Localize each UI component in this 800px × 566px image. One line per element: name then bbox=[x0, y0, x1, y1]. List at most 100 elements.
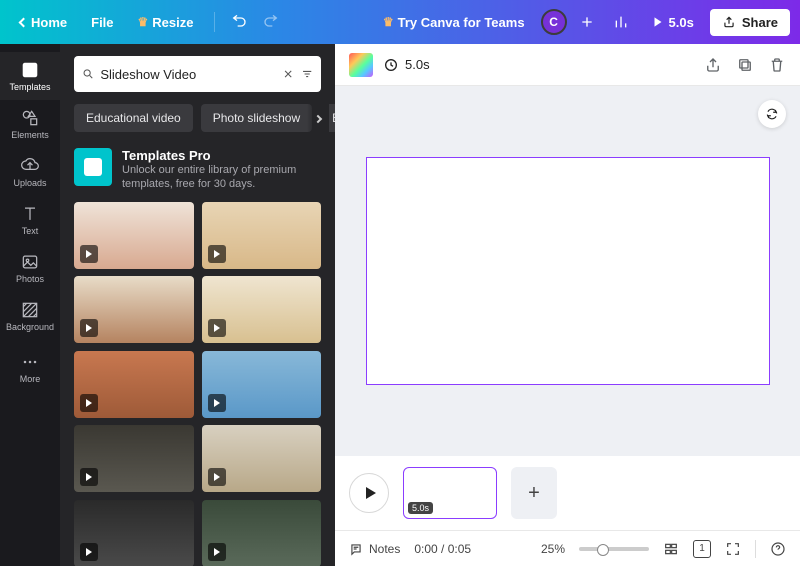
play-icon bbox=[208, 468, 226, 486]
template-thumb[interactable] bbox=[202, 351, 322, 418]
crown-icon: ♛ bbox=[383, 15, 394, 29]
promo-title: Templates Pro bbox=[122, 148, 321, 163]
play-icon bbox=[80, 543, 98, 561]
delete-page-icon[interactable] bbox=[768, 56, 786, 74]
canvas-area: 5.0s 5.0s + Notes bbox=[335, 44, 800, 566]
zoom-level: 25% bbox=[541, 542, 565, 556]
template-thumb[interactable] bbox=[74, 202, 194, 269]
zoom-slider[interactable] bbox=[579, 547, 649, 551]
try-teams-button[interactable]: ♛ Try Canva for Teams bbox=[373, 9, 535, 36]
duplicate-page-icon[interactable] bbox=[736, 56, 754, 74]
crown-icon: ♛ bbox=[138, 15, 149, 29]
fullscreen-icon[interactable] bbox=[725, 541, 741, 557]
color-swatch-button[interactable] bbox=[349, 53, 373, 77]
canvas-toolbar: 5.0s bbox=[335, 44, 800, 86]
share-button[interactable]: Share bbox=[710, 9, 790, 36]
suggestion-chips: Educational video Photo slideshow Bu bbox=[60, 100, 335, 142]
page-duration-button[interactable]: 5.0s bbox=[383, 57, 430, 73]
page-duration-value: 5.0s bbox=[405, 57, 430, 72]
play-icon bbox=[80, 468, 98, 486]
canvas-page[interactable] bbox=[366, 157, 770, 385]
notes-button[interactable]: Notes bbox=[349, 542, 400, 556]
timeline-play-button[interactable] bbox=[349, 473, 389, 513]
templates-pro-promo[interactable]: Templates Pro Unlock our entire library … bbox=[74, 148, 321, 192]
top-menu-bar: Home File ♛ Resize ♛ Try Canva for Teams… bbox=[0, 0, 800, 44]
play-icon bbox=[208, 245, 226, 263]
search-box bbox=[74, 56, 321, 92]
template-thumb[interactable] bbox=[202, 202, 322, 269]
search-input[interactable] bbox=[100, 67, 276, 82]
auto-animate-button[interactable] bbox=[758, 100, 786, 128]
help-icon[interactable] bbox=[770, 541, 786, 557]
search-row bbox=[60, 44, 335, 100]
slide-duration-badge: 5.0s bbox=[408, 502, 433, 514]
play-icon bbox=[80, 245, 98, 263]
play-icon bbox=[208, 319, 226, 337]
rail-label: Uploads bbox=[13, 178, 46, 188]
rail-label: More bbox=[20, 374, 41, 384]
timeline-slide-thumb[interactable]: 5.0s bbox=[403, 467, 497, 519]
rail-elements[interactable]: Elements bbox=[0, 100, 60, 148]
templates-grid[interactable] bbox=[60, 202, 335, 566]
rail-label: Elements bbox=[11, 130, 49, 140]
template-thumb[interactable] bbox=[74, 276, 194, 343]
notes-icon bbox=[349, 542, 363, 556]
resize-label: Resize bbox=[152, 15, 193, 30]
editor-footer: Notes 0:00 / 0:05 25% 1 bbox=[335, 530, 800, 566]
add-collaborator-button[interactable] bbox=[573, 8, 601, 36]
refresh-icon bbox=[765, 107, 779, 121]
template-thumb[interactable] bbox=[74, 500, 194, 566]
home-button[interactable]: Home bbox=[10, 9, 77, 36]
canvas-stage-container[interactable] bbox=[335, 86, 800, 456]
main-area: Templates Elements Uploads Text Photos B… bbox=[0, 44, 800, 566]
timeline-bar: 5.0s + bbox=[335, 456, 800, 530]
user-avatar[interactable]: C bbox=[541, 9, 567, 35]
rail-background[interactable]: Background bbox=[0, 292, 60, 340]
analytics-button[interactable] bbox=[607, 8, 635, 36]
play-icon bbox=[208, 394, 226, 412]
chip-educational-video[interactable]: Educational video bbox=[74, 104, 193, 132]
rail-text[interactable]: Text bbox=[0, 196, 60, 244]
add-page-button[interactable]: + bbox=[511, 467, 557, 519]
export-page-icon[interactable] bbox=[704, 56, 722, 74]
rail-label: Photos bbox=[16, 274, 44, 284]
share-label: Share bbox=[742, 15, 778, 30]
side-rail: Templates Elements Uploads Text Photos B… bbox=[0, 44, 60, 566]
present-button[interactable]: 5.0s bbox=[641, 9, 704, 36]
rail-templates[interactable]: Templates bbox=[0, 52, 60, 100]
canvas-toolbar-right bbox=[704, 56, 786, 74]
present-time: 5.0s bbox=[669, 15, 694, 30]
file-menu-button[interactable]: File bbox=[81, 9, 123, 36]
rail-label: Background bbox=[6, 322, 54, 332]
template-thumb[interactable] bbox=[202, 500, 322, 566]
topbar-right: ♛ Try Canva for Teams C 5.0s Share bbox=[373, 8, 790, 36]
clear-search-icon[interactable] bbox=[282, 66, 294, 82]
rail-more[interactable]: More bbox=[0, 344, 60, 392]
grid-view-icon[interactable] bbox=[663, 541, 679, 557]
chevron-right-icon bbox=[314, 115, 322, 123]
footer-right: 25% 1 bbox=[541, 540, 786, 558]
promo-text: Templates Pro Unlock our entire library … bbox=[122, 148, 321, 192]
promo-subtitle: Unlock our entire library of premium tem… bbox=[122, 163, 321, 192]
template-thumb[interactable] bbox=[74, 351, 194, 418]
undo-button[interactable] bbox=[225, 8, 253, 36]
template-thumb[interactable] bbox=[202, 425, 322, 492]
search-icon bbox=[82, 66, 94, 82]
templates-panel: Educational video Photo slideshow Bu Tem… bbox=[60, 44, 335, 566]
back-chevron-icon bbox=[19, 17, 29, 27]
page-number-button[interactable]: 1 bbox=[693, 540, 711, 558]
rail-label: Text bbox=[22, 226, 39, 236]
template-thumb[interactable] bbox=[74, 425, 194, 492]
pro-icon bbox=[74, 148, 112, 186]
redo-button[interactable] bbox=[257, 8, 285, 36]
resize-button[interactable]: ♛ Resize bbox=[128, 9, 204, 36]
filter-icon[interactable] bbox=[301, 66, 313, 82]
chip-photo-slideshow[interactable]: Photo slideshow bbox=[201, 104, 312, 132]
play-icon bbox=[80, 394, 98, 412]
template-thumb[interactable] bbox=[202, 276, 322, 343]
rail-uploads[interactable]: Uploads bbox=[0, 148, 60, 196]
chips-scroll-right[interactable] bbox=[307, 104, 329, 134]
rail-photos[interactable]: Photos bbox=[0, 244, 60, 292]
separator bbox=[755, 540, 756, 558]
notes-label: Notes bbox=[369, 542, 400, 556]
